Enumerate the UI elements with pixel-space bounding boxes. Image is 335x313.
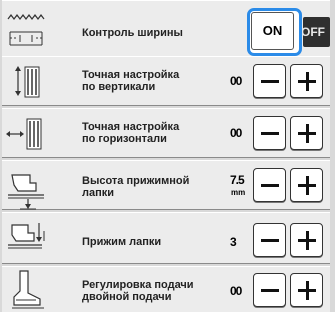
presser-foot-height-minus-button[interactable] — [253, 168, 286, 202]
presser-foot-height-value: 7.5 — [230, 173, 245, 187]
presser-foot-height-unit: mm — [231, 188, 246, 197]
dual-feed-adjust-label-line2: двойной подачи — [82, 291, 172, 303]
settings-panel: Контроль ширины ON OFF Точная настройка … — [0, 0, 335, 312]
horizontal-fine-adjust-icon — [6, 109, 44, 157]
presser-foot-height-plus-button[interactable] — [290, 168, 323, 202]
dual-feed-adjust-icon — [6, 267, 44, 312]
dual-feed-adjust-value: 00 — [230, 284, 242, 298]
presser-foot-height-label-line1: Высота прижимной — [82, 175, 190, 187]
vertical-adjust-row: Точная настройка по вертикали 00 — [2, 56, 330, 106]
presser-foot-height-label: Высота прижимной лапки — [82, 175, 189, 199]
presser-foot-height-row: Высота прижимной лапки 7.5 mm — [2, 160, 330, 210]
vertical-adjust-plus-button[interactable] — [290, 64, 323, 98]
width-control-icon — [6, 1, 45, 63]
toggle-on-button[interactable]: ON — [251, 12, 294, 50]
presser-foot-pressure-value: 3 — [230, 235, 237, 249]
presser-foot-pressure-minus-button[interactable] — [253, 223, 286, 257]
vertical-fine-adjust-icon — [6, 57, 44, 105]
dual-feed-adjust-label-line1: Регулировка подачи — [82, 279, 194, 291]
presser-foot-pressure-label: Прижим лапки — [82, 236, 162, 248]
dual-feed-adjust-row: Регулировка подачи двойной подачи 00 — [2, 266, 330, 312]
horizontal-adjust-label: Точная настройка по горизонтали — [82, 121, 179, 145]
vertical-adjust-label-line1: Точная настройка — [82, 69, 180, 81]
vertical-adjust-label: Точная настройка по вертикали — [82, 69, 179, 93]
vertical-adjust-value: 00 — [230, 74, 242, 88]
presser-foot-pressure-row: Прижим лапки 3 — [2, 212, 330, 264]
presser-foot-height-icon — [6, 161, 44, 210]
dual-feed-adjust-minus-button[interactable] — [253, 273, 286, 307]
horizontal-adjust-value: 00 — [230, 126, 242, 140]
horizontal-adjust-row: Точная настройка по горизонтали 00 — [2, 108, 330, 158]
horizontal-adjust-label-line1: Точная настройка — [82, 121, 180, 133]
horizontal-adjust-minus-button[interactable] — [253, 116, 286, 150]
dual-feed-adjust-label: Регулировка подачи двойной подачи — [82, 279, 194, 303]
presser-foot-height-label-line2: лапки — [82, 187, 115, 199]
presser-foot-pressure-plus-button[interactable] — [290, 223, 323, 257]
width-control-label: Контроль ширины — [82, 27, 183, 39]
horizontal-adjust-plus-button[interactable] — [290, 116, 323, 150]
presser-foot-pressure-icon — [6, 213, 45, 263]
horizontal-adjust-label-line2: по горизонтали — [82, 133, 167, 145]
dual-feed-adjust-plus-button[interactable] — [290, 273, 323, 307]
toggle-off-button[interactable]: OFF — [303, 17, 330, 47]
vertical-adjust-label-line2: по вертикали — [82, 81, 156, 93]
vertical-adjust-minus-button[interactable] — [253, 64, 286, 98]
